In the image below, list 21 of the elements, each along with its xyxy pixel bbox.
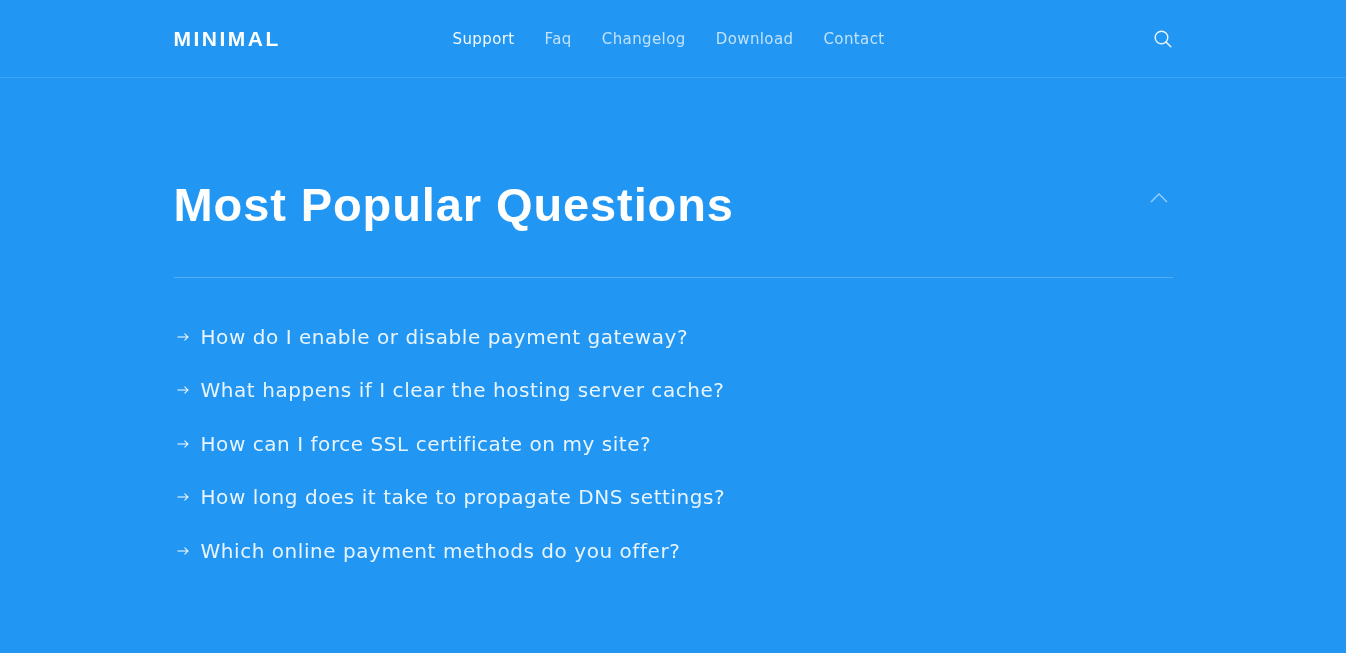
arrow-right-icon — [176, 386, 189, 395]
collapse-toggle[interactable] — [1149, 193, 1168, 203]
site-logo[interactable]: MINIMAL — [173, 26, 281, 50]
chevron-up-icon — [1149, 193, 1168, 203]
arrow-right-icon — [176, 439, 189, 448]
nav-link[interactable]: Changelog — [601, 29, 686, 48]
arrow-right-icon — [176, 493, 189, 502]
arrow-right-icon — [176, 546, 189, 555]
search-icon — [1153, 29, 1172, 48]
search-button[interactable] — [1153, 29, 1172, 48]
question-link[interactable]: How do I enable or disable payment gateway? — [200, 324, 689, 349]
question-link[interactable]: How long does it take to propagate DNS settings? — [200, 485, 726, 510]
question-link[interactable]: What happens if I clear the hosting server cache? — [200, 378, 725, 403]
arrow-right-icon — [176, 332, 189, 341]
nav-link[interactable]: Support — [452, 29, 515, 48]
question-link[interactable]: Which online payment methods do you offer? — [200, 538, 681, 563]
question-link[interactable]: How can I force SSL certificate on my site? — [200, 431, 652, 456]
nav-link[interactable]: Faq — [544, 29, 572, 48]
nav-link[interactable]: Contact — [823, 29, 885, 48]
nav-link[interactable]: Download — [715, 29, 794, 48]
section-title: Most Popular Questions — [173, 177, 734, 233]
